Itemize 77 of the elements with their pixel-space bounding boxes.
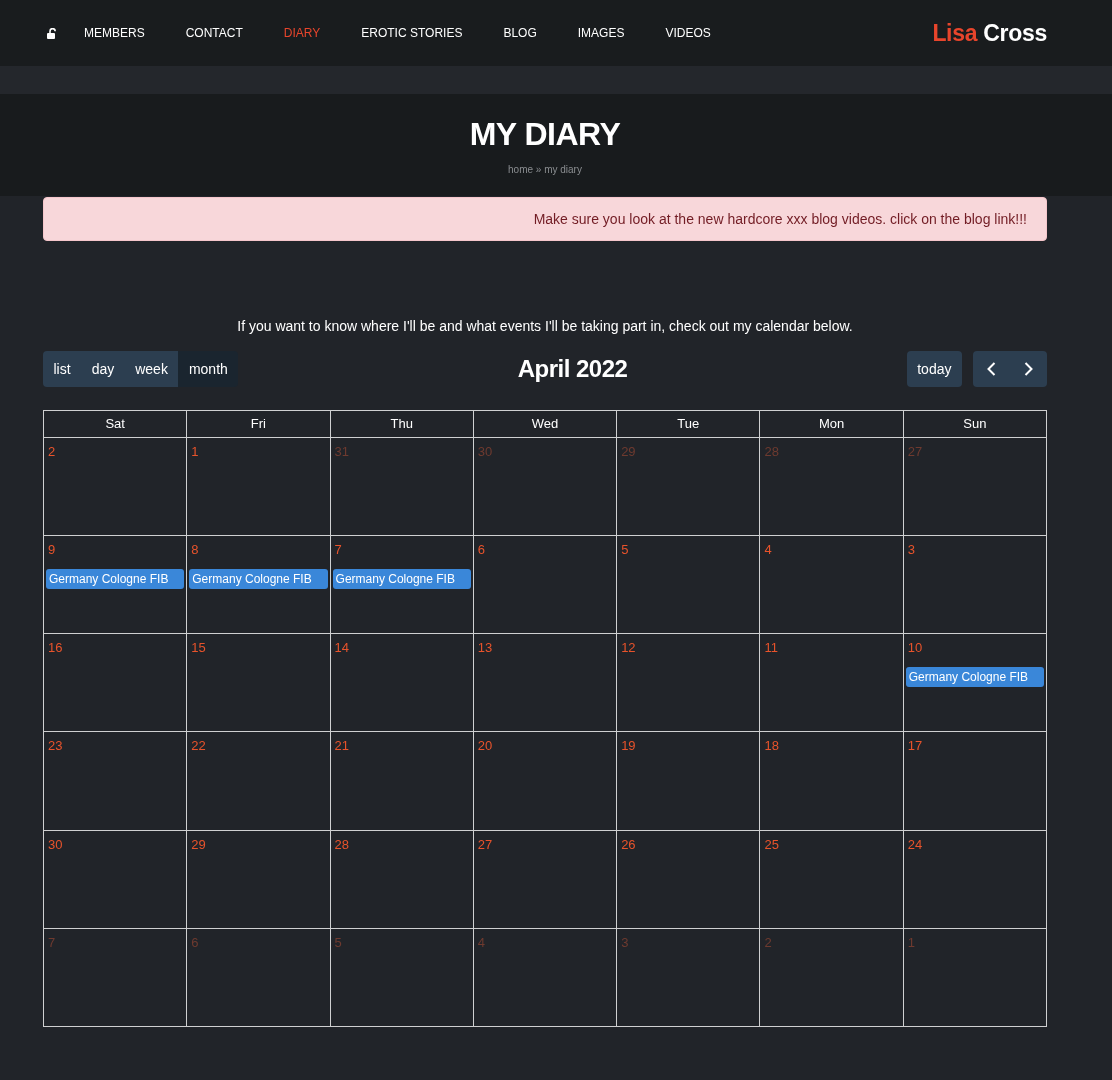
day-number: 7	[334, 542, 342, 559]
day-number: 26	[621, 836, 636, 853]
day-number: 2	[764, 934, 772, 951]
notice-alert: Make sure you look at the new hardcore xxx blog videos. click on the blog link!!!	[43, 197, 1047, 241]
view-button[interactable]: week	[124, 351, 179, 387]
day-number: 30	[48, 836, 63, 853]
weekday-header: Tue	[617, 411, 760, 437]
view-button[interactable]: list	[43, 351, 82, 387]
nav-link[interactable]: CONTACT	[185, 26, 243, 40]
day-number: 9	[48, 542, 56, 559]
event-chip[interactable]: Germany Cologne FIB	[189, 569, 328, 590]
event-chip[interactable]: Germany Cologne FIB	[46, 569, 185, 590]
nav-link[interactable]: BLOG	[503, 26, 537, 40]
day-number: 15	[191, 640, 206, 657]
event-chip[interactable]: Germany Cologne FIB	[332, 569, 471, 590]
weekday-header: Mon	[760, 411, 903, 437]
today-button[interactable]: today	[906, 351, 962, 387]
day-number: 1	[191, 444, 199, 460]
day-number: 29	[191, 836, 206, 853]
day-number: 24	[907, 836, 923, 853]
day-number: 3	[621, 934, 629, 951]
calendar-title: April 2022	[517, 355, 628, 383]
day-number: 27	[907, 444, 923, 460]
day-number: 23	[48, 738, 63, 755]
site-logo[interactable]: Lisa Cross	[932, 19, 1047, 47]
nav-link[interactable]: IMAGES	[577, 26, 625, 40]
day-number: 6	[477, 542, 486, 559]
weekday-header: Thu	[330, 411, 473, 437]
event-chip[interactable]: Germany Cologne FIB	[905, 667, 1044, 688]
day-number: 30	[477, 444, 493, 460]
nav-link[interactable]: DIARY	[283, 26, 321, 40]
breadcrumb: home » my diary	[508, 164, 582, 176]
day-number: 6	[191, 934, 199, 951]
day-number: 2	[48, 444, 56, 460]
previous-button[interactable]	[973, 351, 1010, 387]
day-number: 8	[191, 542, 199, 559]
day-number: 3	[907, 542, 915, 559]
day-number: 5	[621, 542, 629, 559]
view-button[interactable]: day	[81, 351, 125, 387]
day-number: 4	[477, 934, 486, 951]
day-number: 17	[907, 738, 923, 755]
view-button[interactable]: month	[178, 351, 239, 387]
day-number: 12	[621, 640, 636, 657]
weekday-header: Wed	[473, 411, 617, 437]
weekday-header: Sun	[903, 411, 1046, 437]
day-number: 27	[477, 836, 493, 853]
nav-link[interactable]: EROTIC STORIES	[361, 26, 463, 40]
day-number: 28	[764, 444, 779, 460]
day-number: 7	[48, 934, 56, 951]
nav-link[interactable]: VIDEOS	[665, 26, 711, 40]
nav-link[interactable]: MEMBERS	[84, 26, 145, 40]
next-button[interactable]	[1010, 351, 1047, 387]
weekday-header: Sat	[44, 411, 187, 437]
day-number: 28	[334, 836, 350, 853]
day-number: 14	[334, 640, 350, 657]
day-number: 19	[621, 738, 636, 755]
day-number: 18	[764, 738, 779, 755]
day-number: 21	[334, 738, 350, 755]
day-number: 4	[764, 542, 772, 559]
day-number: 20	[477, 738, 493, 755]
day-number: 25	[764, 836, 779, 853]
day-number: 10	[907, 640, 923, 657]
day-number: 11	[764, 640, 778, 657]
day-number: 1	[907, 934, 915, 951]
day-number: 13	[477, 640, 493, 657]
chevron-right-icon	[1024, 362, 1033, 376]
day-number: 5	[334, 934, 342, 951]
day-number: 31	[334, 444, 350, 460]
day-number: 16	[48, 640, 63, 657]
day-number: 29	[621, 444, 636, 460]
weekday-header: Fri	[187, 411, 330, 437]
day-number: 22	[191, 738, 206, 755]
padlock-icon	[47, 27, 59, 39]
chevron-left-icon	[987, 362, 996, 376]
lock-link[interactable]	[47, 27, 59, 39]
intro-text: If you want to know where I'll be and what events I'll be taking part in, check out my calendar below.	[236, 317, 854, 335]
page-title: MY DIARY	[469, 116, 621, 152]
